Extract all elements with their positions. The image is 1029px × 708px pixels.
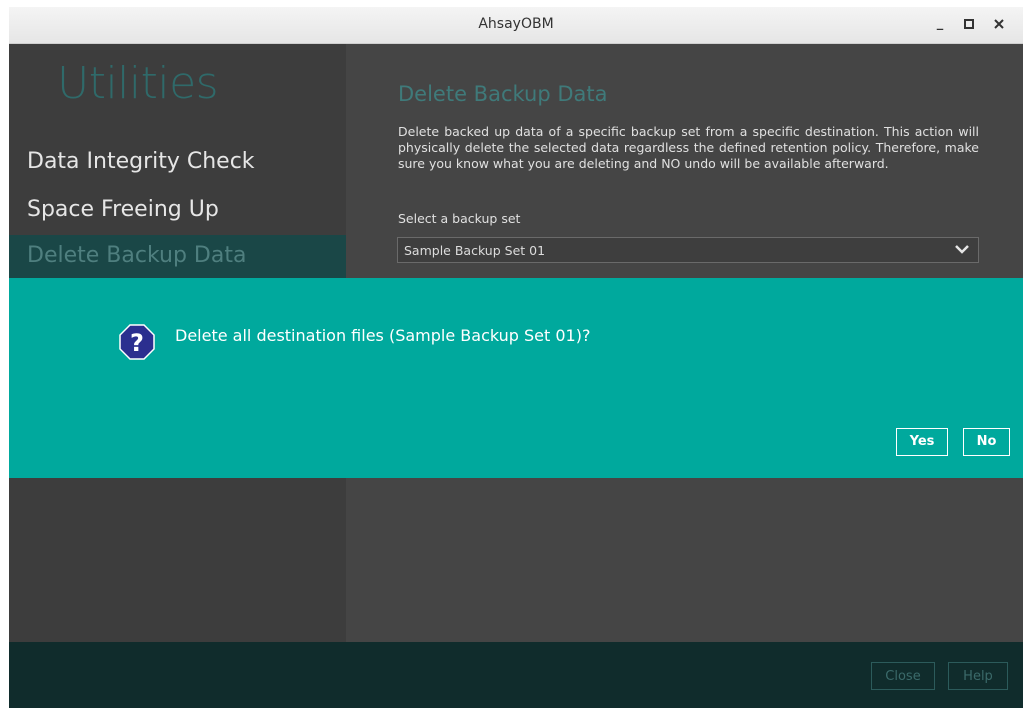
page-description: Delete backed up data of a specific back…: [398, 124, 979, 171]
minimize-button[interactable]: _: [929, 13, 951, 35]
close-button[interactable]: Close: [871, 662, 935, 690]
dialog-message: Delete all destination files (Sample Bac…: [175, 326, 591, 345]
svg-text:?: ?: [130, 329, 144, 357]
footer-bar: Close Help: [9, 642, 1023, 708]
sidebar-item-space-freeing-up[interactable]: Space Freeing Up: [9, 189, 346, 233]
chevron-down-icon: [955, 245, 969, 254]
sidebar-item-data-integrity-check[interactable]: Data Integrity Check: [9, 141, 346, 185]
window-title: AhsayOBM: [478, 16, 554, 32]
maximize-button[interactable]: [958, 13, 980, 35]
page-title: Delete Backup Data: [398, 82, 608, 106]
title-bar: AhsayOBM _: [9, 7, 1023, 44]
sidebar-item-label: Data Integrity Check: [27, 149, 255, 174]
no-button[interactable]: No: [963, 428, 1010, 456]
backup-set-select[interactable]: Sample Backup Set 01: [397, 237, 979, 263]
close-icon: [994, 19, 1004, 29]
sidebar-item-delete-backup-data[interactable]: Delete Backup Data: [9, 235, 346, 279]
backup-set-value: Sample Backup Set 01: [404, 243, 546, 258]
backup-set-label: Select a backup set: [398, 211, 521, 226]
close-window-button[interactable]: [988, 13, 1010, 35]
sidebar-item-label: Space Freeing Up: [27, 197, 219, 222]
help-button[interactable]: Help: [948, 662, 1008, 690]
maximize-icon: [964, 19, 974, 29]
sidebar-heading: Utilities: [57, 58, 219, 109]
confirm-dialog: ? Delete all destination files (Sample B…: [9, 278, 1023, 478]
sidebar-item-label: Delete Backup Data: [27, 243, 247, 268]
yes-button[interactable]: Yes: [896, 428, 948, 456]
question-icon: ?: [119, 324, 155, 360]
